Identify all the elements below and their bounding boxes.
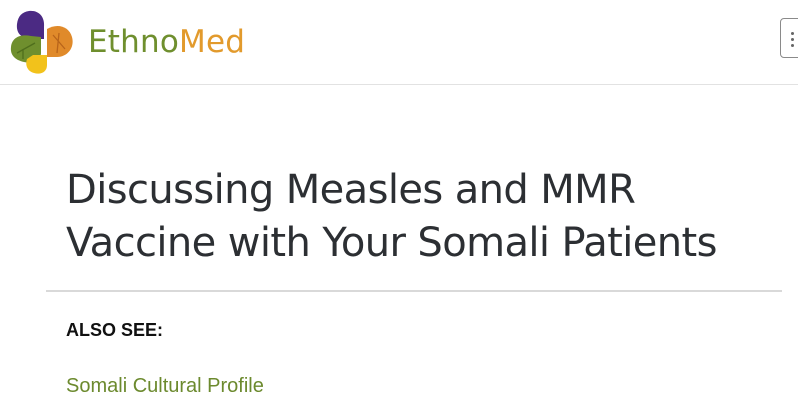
page-title: Discussing Measles and MMR Vaccine with … [66, 167, 717, 266]
menu-button[interactable] [780, 18, 798, 58]
also-see-heading: ALSO SEE: [66, 320, 164, 340]
site-header: EthnoMed [0, 0, 798, 85]
menu-icon-dot [791, 38, 794, 41]
site-logo-text[interactable]: EthnoMed [88, 24, 245, 60]
menu-icon [791, 32, 794, 35]
menu-icon-dot [791, 44, 794, 47]
title-divider [46, 290, 782, 292]
somali-cultural-profile-link[interactable]: Somali Cultural Profile [66, 375, 264, 398]
logo-text-ethno: Ethno [88, 24, 180, 60]
ethnomed-logo-icon[interactable] [9, 9, 77, 75]
logo-text-med: Med [179, 24, 246, 60]
